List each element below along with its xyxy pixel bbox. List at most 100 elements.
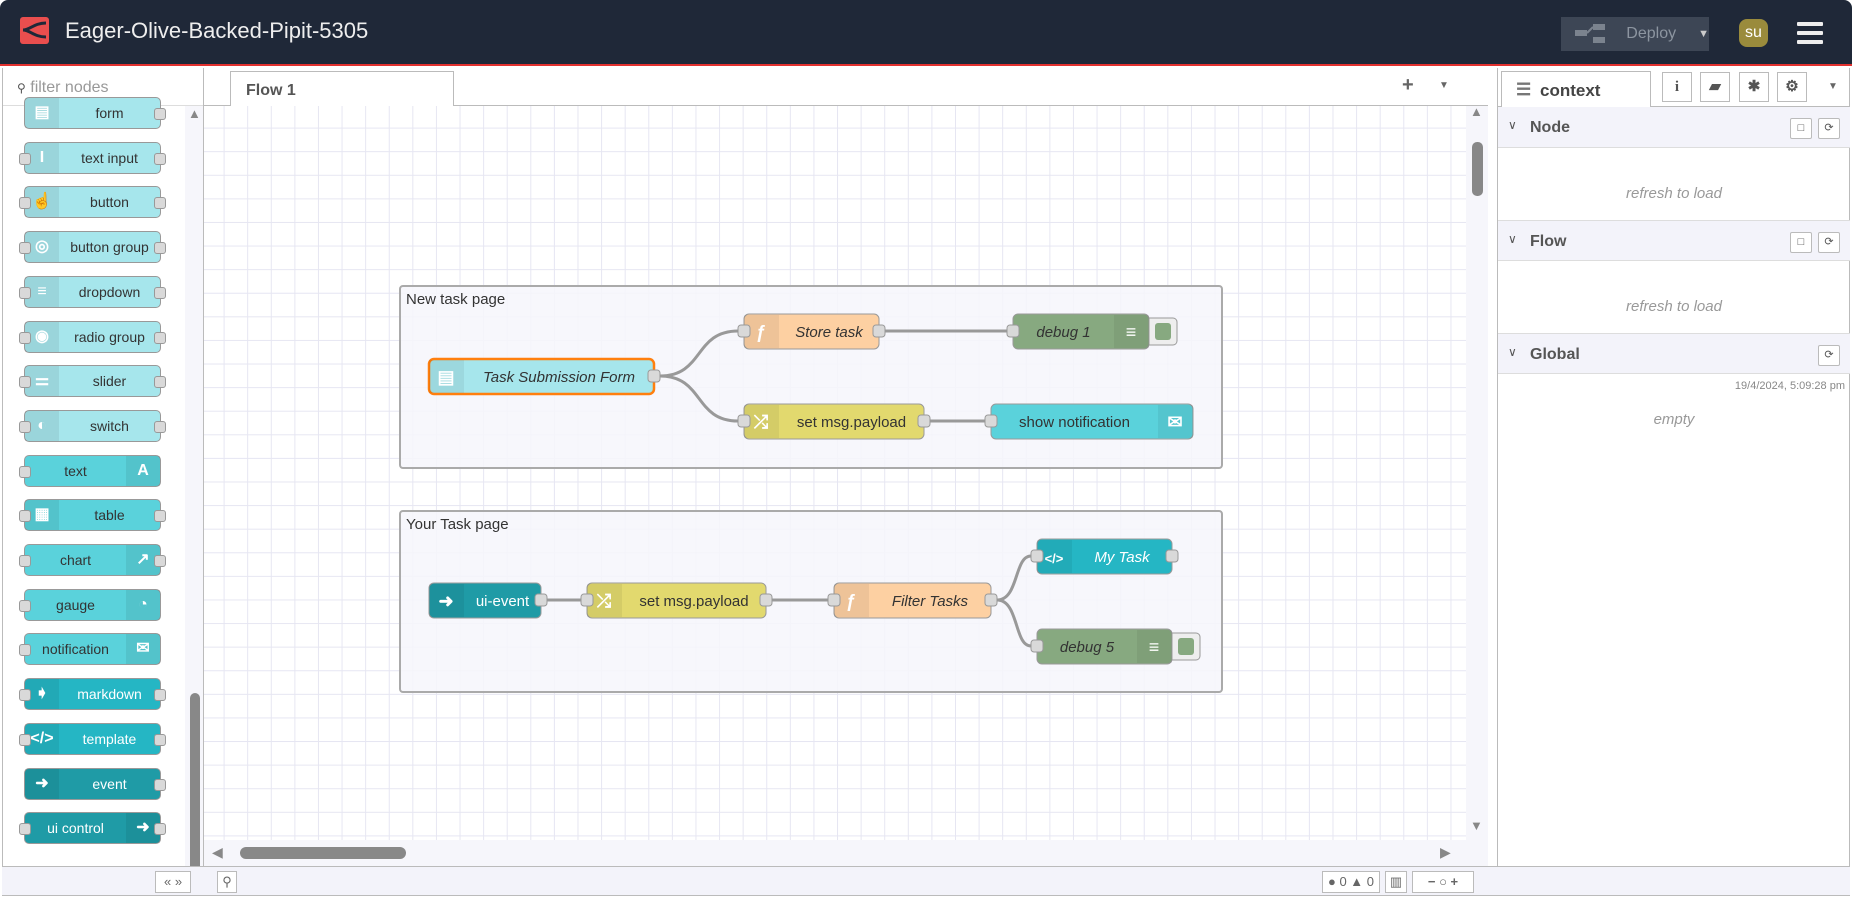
zoom-out-icon[interactable]: − [1428,874,1436,889]
flow-node-filter[interactable]: ƒ Filter Tasks [827,582,998,619]
palette-scrollbar[interactable]: ▲ [185,106,203,866]
flow-node-debug1[interactable]: ≡ debug 1 [1006,313,1178,350]
input-port[interactable] [19,286,31,299]
output-port[interactable] [872,324,886,338]
input-port[interactable] [19,152,31,165]
palette-node-text-input[interactable]: Itext input [19,141,166,174]
output-port[interactable] [154,108,166,120]
scroll-left-icon[interactable]: ◀ [212,844,223,861]
input-port[interactable] [19,465,31,478]
deploy-button[interactable]: Deploy ▼ [1561,17,1709,51]
palette-collapse-buttons[interactable]: « » [155,871,191,893]
deploy-dropdown-icon[interactable]: ▼ [1698,28,1709,40]
palette-node-markdown[interactable]: ➧ markdown [19,678,166,711]
output-port[interactable] [154,823,166,836]
input-port[interactable] [19,644,31,657]
section-global[interactable]: ∨ Global ⟳ [1498,333,1850,374]
output-port[interactable] [154,197,166,210]
output-port[interactable] [917,414,931,428]
flow-node-store[interactable]: ƒ Store task [737,313,886,350]
palette-node-table[interactable]: ▦ table [19,499,166,532]
expand-all-icon[interactable]: « [164,874,171,889]
output-port[interactable] [154,778,166,791]
output-port[interactable] [534,593,548,607]
input-port[interactable] [737,414,751,428]
section-flow[interactable]: ∨ Flow □ ⟳ [1498,220,1850,261]
canvas-vertical-scrollbar[interactable]: ▲ ▼ [1466,106,1488,840]
output-port[interactable] [154,555,166,567]
map-icon[interactable]: ▥ [1385,871,1407,893]
output-port[interactable] [154,376,166,389]
section-node[interactable]: ∨ Node □ ⟳ [1498,107,1850,148]
debug-toggle-button[interactable] [1155,323,1171,340]
refresh-icon[interactable]: ⟳ [1818,345,1840,366]
input-port[interactable] [580,593,594,607]
gear-icon[interactable]: ⚙ [1777,72,1807,102]
flow-node-event[interactable]: ➜ ui-event [428,582,548,619]
input-port[interactable] [737,324,751,338]
input-port[interactable] [19,376,31,389]
input-port[interactable] [19,331,31,344]
flow-node-notif[interactable]: ✉ show notification [984,403,1194,440]
tab-flow-1[interactable]: Flow 1 [230,71,454,107]
scroll-right-icon[interactable]: ▶ [1440,844,1451,861]
input-port[interactable] [19,689,31,702]
palette-node-button[interactable]: ☝ button [19,186,166,219]
input-port[interactable] [19,510,31,523]
input-port[interactable] [19,197,31,210]
input-port[interactable] [19,599,31,612]
canvas-vscroll-thumb[interactable] [1472,142,1483,196]
output-port[interactable] [154,510,166,523]
zoom-in-icon[interactable]: + [1451,874,1459,889]
input-port[interactable] [1006,324,1020,338]
palette-node-button-group[interactable]: ◎ button group [19,231,166,264]
palette-node-template[interactable]: </> template [19,722,166,755]
flow-node-form[interactable]: ▤ Task Submission Form [427,357,661,396]
palette-node-ui-control[interactable]: ➜ ui control [19,812,166,845]
debug-toggle-button[interactable] [1178,638,1194,655]
input-port[interactable] [19,823,31,836]
palette-node-chart[interactable]: ↗ chart [19,544,166,576]
palette-node-notification[interactable]: ✉ notification [19,633,161,666]
output-port[interactable] [154,689,166,702]
flow-node-mytask[interactable]: </> My Task [1030,538,1179,575]
input-port[interactable] [1030,549,1044,563]
auto-refresh-checkbox[interactable]: □ [1790,232,1812,253]
hamburger-menu-icon[interactable] [1797,22,1823,44]
scroll-up-icon[interactable]: ▲ [188,106,201,121]
palette-scroll-thumb[interactable] [190,693,200,866]
auto-refresh-checkbox[interactable]: □ [1790,118,1812,139]
book-icon[interactable]: ▰ [1700,72,1730,102]
collapse-all-icon[interactable]: » [175,874,182,889]
output-port[interactable] [647,369,661,383]
input-port[interactable] [19,555,31,567]
flow-canvas[interactable]: New task page Your Task page ▤ Task Submi… [204,106,1466,840]
palette-node-slider[interactable]: ⚌ slider [19,365,166,398]
flow-node-set1[interactable]: ⤮ set msg.payload [737,403,931,440]
canvas-horizontal-scrollbar[interactable]: ◀ ▶ [204,840,1466,866]
output-port[interactable] [154,331,166,344]
palette-node-gauge[interactable]: ◔ gauge [19,588,161,621]
flow-node-set2[interactable]: ⤮ set msg.payload [580,582,773,619]
scroll-up-icon[interactable]: ▲ [1470,106,1483,119]
input-port[interactable] [827,593,841,607]
input-port[interactable] [984,414,998,428]
flow-node-debug5[interactable]: ≡ debug 5 [1030,628,1201,665]
output-port[interactable] [1165,549,1179,563]
palette-node-event[interactable]: ➜ event [24,767,166,800]
output-port[interactable] [154,152,166,165]
output-port[interactable] [984,593,998,607]
palette-node-text[interactable]: Atext [19,454,161,487]
refresh-icon[interactable]: ⟳ [1818,232,1840,253]
palette-node-radio-group[interactable]: ◉ radio group [19,320,166,353]
input-port[interactable] [1030,639,1044,653]
input-port[interactable] [19,242,31,255]
refresh-icon[interactable]: ⟳ [1818,118,1840,139]
input-port[interactable] [19,733,31,746]
output-port[interactable] [154,242,166,255]
output-port[interactable] [154,286,166,299]
palette-node-form[interactable]: ▤ form [24,97,166,129]
output-port[interactable] [759,593,773,607]
bug-icon[interactable]: ✱ [1739,72,1769,102]
node-status-counts[interactable]: ● 0 ▲ 0 [1322,871,1380,893]
